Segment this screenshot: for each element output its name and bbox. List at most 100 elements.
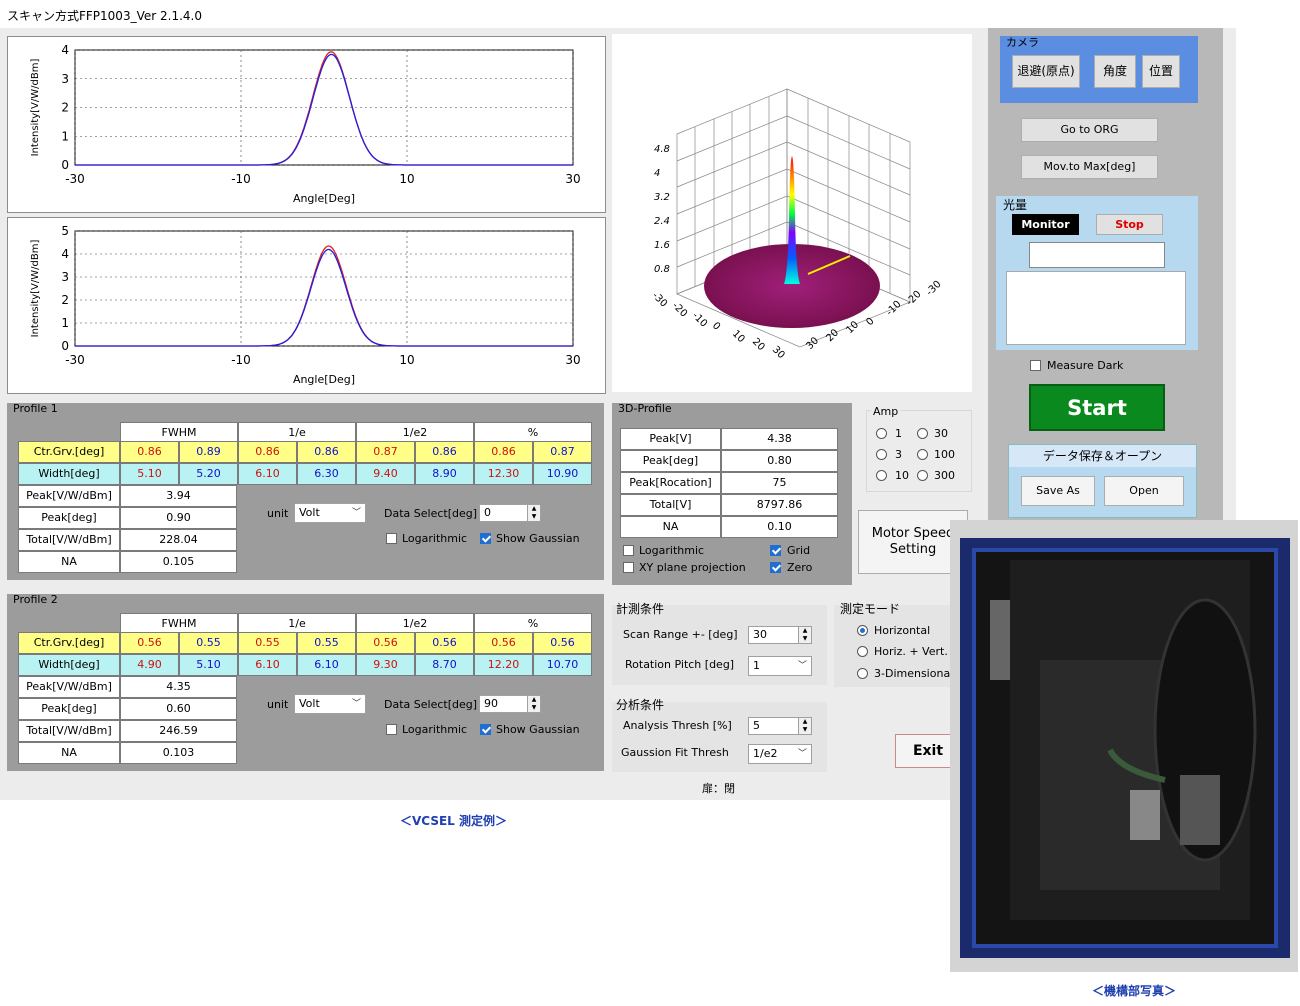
gauss-fit-value: 1/e2 [753, 747, 778, 760]
3d-row-value: 4.38 [721, 428, 838, 450]
z-tick: 3.2 [654, 192, 670, 203]
mode-option: 3-Dimensional [874, 667, 954, 680]
scan-range-label: Scan Range +- [deg] [623, 628, 738, 641]
move-to-max-button[interactable]: Mov.to Max[deg] [1021, 155, 1158, 179]
profile2-ctr-cell: 0.56 [415, 632, 474, 654]
mode-radio-horizontal[interactable] [857, 625, 868, 636]
profile1-row-label: Peak[V/W/dBm] [18, 485, 120, 507]
amp-radio-1[interactable] [876, 428, 887, 439]
stop-button[interactable]: Stop [1096, 214, 1163, 235]
y-tick-label: 3 [61, 72, 69, 86]
spin-up-icon[interactable]: ▲ [798, 627, 811, 635]
profile2-log-checkbox[interactable] [386, 724, 397, 735]
spin-down-icon[interactable]: ▼ [798, 726, 811, 734]
amp-radio-300[interactable] [917, 470, 928, 481]
monitor-button[interactable]: Monitor [1012, 214, 1079, 235]
mode-option: Horizontal [874, 624, 931, 637]
amp-option: 10 [895, 469, 909, 482]
start-button[interactable]: Start [1029, 384, 1165, 431]
spin-down-icon[interactable]: ▼ [527, 513, 540, 521]
spin-down-icon[interactable]: ▼ [798, 635, 811, 643]
amp-radio-10[interactable] [876, 470, 887, 481]
mode-radio-3d[interactable] [857, 668, 868, 679]
spin-down-icon[interactable]: ▼ [527, 704, 540, 712]
amp-option: 1 [895, 427, 902, 440]
profile2-row-value: 0.60 [120, 698, 237, 720]
profile1-width-cell: 6.10 [238, 463, 297, 485]
y-axis-label: Intensity[V/W/dBm] [30, 240, 41, 338]
angle-button[interactable]: 角度 [1094, 55, 1136, 88]
profile2-data-select-spinner[interactable]: 90 ▲ ▼ [479, 695, 541, 713]
profile2-gauss-label: Show Gaussian [496, 723, 580, 736]
light-label: 光量 [1003, 198, 1028, 212]
rotation-pitch-select[interactable]: 1 ﹀ [748, 656, 812, 676]
profile1-width-label: Width[deg] [18, 463, 120, 485]
go-to-org-label: Go to ORG [1060, 123, 1119, 136]
spin-up-icon[interactable]: ▲ [798, 718, 811, 726]
amp-option: 3 [895, 448, 902, 461]
y-tick: -20 [904, 289, 923, 308]
profile1-ctr-cell: 0.86 [474, 441, 533, 463]
save-as-button[interactable]: Save As [1021, 476, 1095, 506]
y-tick: -10 [884, 299, 903, 318]
amp-radio-100[interactable] [917, 449, 928, 460]
xy-projection-checkbox[interactable] [623, 562, 634, 573]
y-tick: 0 [864, 316, 876, 328]
vcsel-caption: ＜VCSEL 測定例＞ [400, 814, 507, 828]
y-tick: 20 [824, 327, 841, 344]
profile2-width-cell: 8.70 [415, 654, 474, 676]
profile2-unit-select[interactable]: Volt ﹀ [294, 694, 366, 714]
3d-row-label: Total[V] [620, 494, 721, 516]
position-button[interactable]: 位置 [1142, 55, 1180, 88]
light-value-field[interactable] [1029, 242, 1165, 268]
profile1-unit-value: Volt [299, 506, 320, 519]
3d-plot-svg: 4.8 4 3.2 2.4 1.6 0.8 -30 -20 -10 0 10 2… [650, 88, 944, 361]
gauss-fit-select[interactable]: 1/e2 ﹀ [748, 744, 812, 764]
exit-label: Exit [912, 743, 944, 759]
profile2-row-value: 4.35 [120, 676, 237, 698]
3d-row-value: 8797.86 [721, 494, 838, 516]
amp-radio-30[interactable] [917, 428, 928, 439]
y-tick-label: 4 [61, 247, 69, 261]
profile1-width-cell: 6.30 [297, 463, 356, 485]
open-button[interactable]: Open [1104, 476, 1184, 506]
profile1-ctr-cell: 0.86 [415, 441, 474, 463]
analysis-thresh-spinner[interactable]: 5 ▲ ▼ [748, 717, 812, 735]
y-tick-label: 1 [61, 316, 69, 330]
mechanism-photo [950, 520, 1298, 972]
rotation-pitch-value: 1 [753, 659, 760, 672]
measure-dark-checkbox[interactable] [1030, 360, 1041, 371]
profile2-width-cell: 12.20 [474, 654, 533, 676]
amp-label: Amp [871, 405, 901, 418]
profile1-data-select-spinner[interactable]: 0 ▲ ▼ [479, 504, 541, 522]
retreat-button[interactable]: 退避(原点) [1012, 55, 1080, 88]
profile1-ctr-cell: 0.89 [179, 441, 238, 463]
spin-up-icon[interactable]: ▲ [527, 696, 540, 704]
profile1-log-checkbox[interactable] [386, 533, 397, 544]
mode-radio-horiz-vert[interactable] [857, 646, 868, 657]
go-to-org-button[interactable]: Go to ORG [1021, 118, 1158, 142]
x-tick: -30 [650, 290, 669, 309]
profile1-gauss-checkbox[interactable] [480, 533, 491, 544]
profile2-ctr-cell: 0.56 [120, 632, 179, 654]
profile2-gauss-checkbox[interactable] [480, 724, 491, 735]
zero-checkbox[interactable] [770, 562, 781, 573]
log3d-checkbox[interactable] [623, 545, 634, 556]
profile2-ctr-cell: 0.56 [533, 632, 592, 654]
plot-area [74, 49, 574, 166]
profile2-row-value: 246.59 [120, 720, 237, 742]
x-tick-label: -10 [231, 172, 251, 186]
spin-up-icon[interactable]: ▲ [527, 505, 540, 513]
amp-radio-3[interactable] [876, 449, 887, 460]
profile1-row-label: NA [18, 551, 120, 573]
scan-range-spinner[interactable]: 30 ▲ ▼ [748, 626, 812, 644]
x-axis-label: Angle[Deg] [293, 373, 355, 386]
profile1-chart: 0 1 2 3 4 -30 -10 10 30 Angle[Deg] Intensity[V/W/d… [7, 36, 606, 213]
grid-checkbox[interactable] [770, 545, 781, 556]
z-tick: 0.8 [654, 264, 670, 275]
profile2-ctr-cell: 0.55 [297, 632, 356, 654]
chevron-down-icon: ﹀ [797, 749, 807, 759]
y-tick: -30 [924, 279, 943, 298]
light-log-area[interactable] [1006, 271, 1186, 345]
profile1-unit-select[interactable]: Volt ﹀ [294, 503, 366, 523]
